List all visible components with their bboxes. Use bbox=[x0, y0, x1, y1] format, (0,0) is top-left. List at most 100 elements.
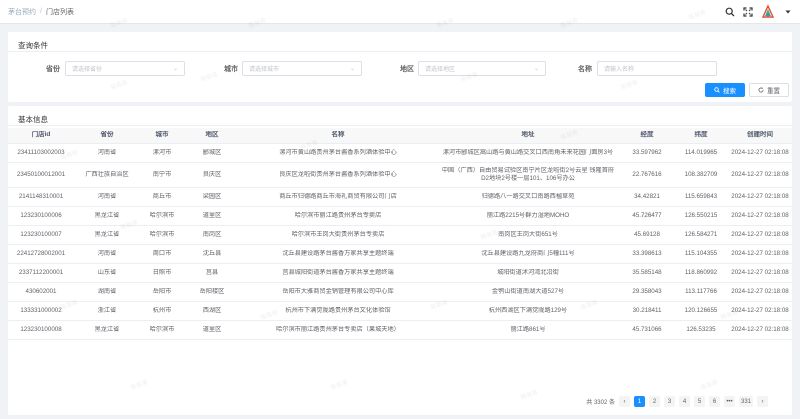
table-row[interactable]: 123230100008 黑龙江省 哈尔滨市 道里区 哈尔滨市丽江路贵州茅台专卖店（果城… bbox=[8, 321, 792, 340]
cell-latitude: 114.019965 bbox=[684, 148, 718, 156]
cell-store-id: 2141148310001 bbox=[18, 192, 64, 200]
table-header: 门店id 省份 城市 地区 名称 地址 经度 纬度 创建时间 bbox=[8, 128, 792, 144]
cell-longitude: 30.218411 bbox=[632, 306, 662, 314]
table-row[interactable]: 430602001 湖南省 岳阳市 岳阳楼区 岳阳市大雅商贸金销管理有限公司中心库 金鹗山… bbox=[8, 283, 792, 302]
top-navbar: 茅台预约 / 门店列表 bbox=[0, 0, 800, 24]
cell-address: 城阳街道沭河湾北沿街 bbox=[497, 268, 559, 276]
cell-address: 归德路八一路交叉口南路西楹草苑 bbox=[481, 192, 575, 200]
cell-store-id: 22412728002001 bbox=[16, 249, 66, 257]
cell-district: 南岗区 bbox=[202, 230, 222, 238]
breadcrumb-parent[interactable]: 茅台预约 bbox=[8, 7, 36, 17]
next-page-button[interactable]: › bbox=[757, 396, 768, 407]
cell-address: 沈丘县建设路九龙府商门5幢111号 bbox=[481, 249, 575, 257]
chevron-down-icon: ⌄ bbox=[533, 66, 539, 72]
province-label: 省份 bbox=[46, 66, 60, 73]
cell-store-id: 2337112200001 bbox=[18, 268, 64, 276]
cell-created-at: 2024-12-27 02:18:08 bbox=[731, 249, 789, 257]
cell-city: 哈尔滨市 bbox=[149, 211, 175, 219]
cell-city: 杭州市 bbox=[152, 306, 172, 314]
search-icon[interactable] bbox=[724, 6, 736, 18]
column-header-district: 地区 bbox=[205, 131, 219, 139]
column-header-name: 名称 bbox=[331, 131, 345, 139]
table-row[interactable]: 133331000002 浙江省 杭州市 西湖区 杭州市下满觉陇路贵州茅台文化体验馆 杭州… bbox=[8, 302, 792, 321]
more-pages-button[interactable]: ••• bbox=[723, 396, 735, 407]
fullscreen-icon[interactable] bbox=[742, 6, 754, 18]
cell-city: 岳阳市 bbox=[152, 287, 172, 295]
column-header-address: 地址 bbox=[521, 131, 535, 139]
cell-longitude: 33.597962 bbox=[632, 148, 662, 156]
table-row[interactable]: 23411103002003 河南省 漯河市 郾城区 漯河市黄山路贵州茅台酱香系列酒体验… bbox=[8, 144, 792, 163]
cell-city: 日照市 bbox=[152, 268, 172, 276]
prev-page-button[interactable]: ‹ bbox=[618, 396, 630, 407]
cell-district: 郾城区 bbox=[202, 148, 222, 156]
cell-longitude: 45.731066 bbox=[632, 325, 662, 333]
cell-latitude: 126.584271 bbox=[684, 230, 718, 238]
table-row[interactable]: 123230100007 黑龙江省 哈尔滨市 南岗区 哈尔滨市王岗大街贵州茅台专卖店 南岗… bbox=[8, 226, 792, 245]
cell-created-at: 2024-12-27 02:18:08 bbox=[731, 306, 789, 314]
query-panel: 查询条件 省份 请选择省份 ⌄ 城市 请选择城市 ⌄ 地区 请选择地区 ⌄ 名称… bbox=[8, 32, 792, 102]
cell-city: 周口市 bbox=[152, 249, 172, 257]
table-row[interactable]: 23450100012001 广西壮族自治区 南宁市 良庆区 良庆区龙啦街贵州茅台酱香系… bbox=[8, 163, 792, 188]
table-row[interactable]: 2141148310001 河南省 商丘市 梁园区 商丘市归德路商丘市海礼商贸有限公司门… bbox=[8, 188, 792, 207]
cell-province: 河南省 bbox=[97, 148, 117, 156]
cell-province: 浙江省 bbox=[97, 306, 117, 314]
name-placeholder: 请输入名称 bbox=[604, 67, 635, 73]
cell-address: 丽江路2215号群力湿地MOHO bbox=[486, 211, 570, 219]
table-row[interactable]: 123230100006 黑龙江省 哈尔滨市 道里区 哈尔滨市丽江路贵州茅台专卖店 丽江路… bbox=[8, 207, 792, 226]
cell-address: 漯河市郾城区嵩山路与黄山路交叉口西南角未来花园门面房3号 bbox=[442, 148, 614, 156]
cell-district: 梁园区 bbox=[202, 192, 222, 200]
chevron-down-icon: ⌄ bbox=[172, 66, 178, 72]
cell-latitude: 115.104355 bbox=[684, 249, 718, 257]
cell-address: 南岗区王岗大街651号 bbox=[498, 230, 558, 238]
cell-district: 道里区 bbox=[202, 211, 222, 219]
last-page-button[interactable]: 331 bbox=[738, 396, 753, 407]
query-title: 查询条件 bbox=[8, 32, 792, 52]
cell-longitude: 45.726477 bbox=[632, 211, 662, 219]
cell-address: 中国（广西）自由贸易试验区南宁片区龙啦街2号云星 钱隆首府D2地块2号楼一层10… bbox=[441, 166, 615, 183]
district-select[interactable]: 请选择地区 ⌄ bbox=[418, 61, 546, 76]
cell-district: 沈丘县 bbox=[202, 249, 222, 257]
cell-latitude: 108.382709 bbox=[684, 170, 718, 178]
table-row[interactable]: 22412728002001 河南省 周口市 沈丘县 沈丘县建设路茅台酱香万家共享主题终… bbox=[8, 245, 792, 264]
name-input[interactable]: 请输入名称 bbox=[597, 61, 717, 76]
page-button[interactable]: 2 bbox=[648, 396, 660, 407]
reset-button[interactable]: 重置 bbox=[749, 83, 789, 97]
province-select[interactable]: 请选择省份 ⌄ bbox=[65, 61, 185, 76]
reset-button-label: 重置 bbox=[767, 88, 780, 95]
column-header-latitude: 纬度 bbox=[694, 131, 708, 139]
search-button[interactable]: 搜索 bbox=[705, 83, 745, 97]
avatar[interactable] bbox=[760, 4, 776, 20]
cell-province: 河南省 bbox=[97, 192, 117, 200]
cell-name: 哈尔滨市王岗大街贵州茅台专卖店 bbox=[291, 230, 385, 238]
cell-longitude: 29.358043 bbox=[632, 287, 662, 295]
table-row[interactable]: 2337112200001 山东省 日照市 莒县 莒县城阳街道茅台酱香万家共享主题终端 城… bbox=[8, 264, 792, 283]
name-label: 名称 bbox=[578, 66, 592, 73]
cell-store-id: 123230100007 bbox=[20, 230, 62, 238]
top-icons bbox=[724, 4, 794, 20]
cell-created-at: 2024-12-27 02:18:08 bbox=[731, 148, 789, 156]
cell-longitude: 33.398613 bbox=[632, 249, 662, 257]
cell-name: 岳阳市大雅商贸金销管理有限公司中心库 bbox=[282, 287, 394, 295]
cell-city: 商丘市 bbox=[152, 192, 172, 200]
page-button[interactable]: 3 bbox=[663, 396, 675, 407]
column-header-province: 省份 bbox=[100, 131, 114, 139]
cell-created-at: 2024-12-27 02:18:08 bbox=[731, 170, 789, 178]
page-button[interactable]: 6 bbox=[708, 396, 720, 407]
caret-down-icon[interactable] bbox=[782, 6, 794, 18]
table-body: 23411103002003 河南省 漯河市 郾城区 漯河市黄山路贵州茅台酱香系列酒体验… bbox=[8, 144, 792, 340]
district-placeholder: 请选择地区 bbox=[425, 67, 456, 73]
cell-created-at: 2024-12-27 02:18:08 bbox=[731, 230, 789, 238]
cell-name: 哈尔滨市丽江路贵州茅台专卖店（果城天地） bbox=[276, 325, 400, 333]
cell-city: 哈尔滨市 bbox=[149, 230, 175, 238]
cell-latitude: 120.126655 bbox=[684, 306, 718, 314]
cell-store-id: 123230100006 bbox=[20, 211, 62, 219]
page-button[interactable]: 4 bbox=[678, 396, 690, 407]
page-button[interactable]: 5 bbox=[693, 396, 705, 407]
cell-created-at: 2024-12-27 02:18:08 bbox=[731, 192, 789, 200]
search-button-label: 搜索 bbox=[723, 88, 736, 95]
city-select[interactable]: 请选择城市 ⌄ bbox=[242, 61, 362, 76]
page-button[interactable]: 1 bbox=[633, 396, 645, 407]
cell-city: 南宁市 bbox=[152, 170, 172, 178]
cell-district: 良庆区 bbox=[202, 170, 222, 178]
cell-longitude: 45.69128 bbox=[634, 230, 660, 238]
